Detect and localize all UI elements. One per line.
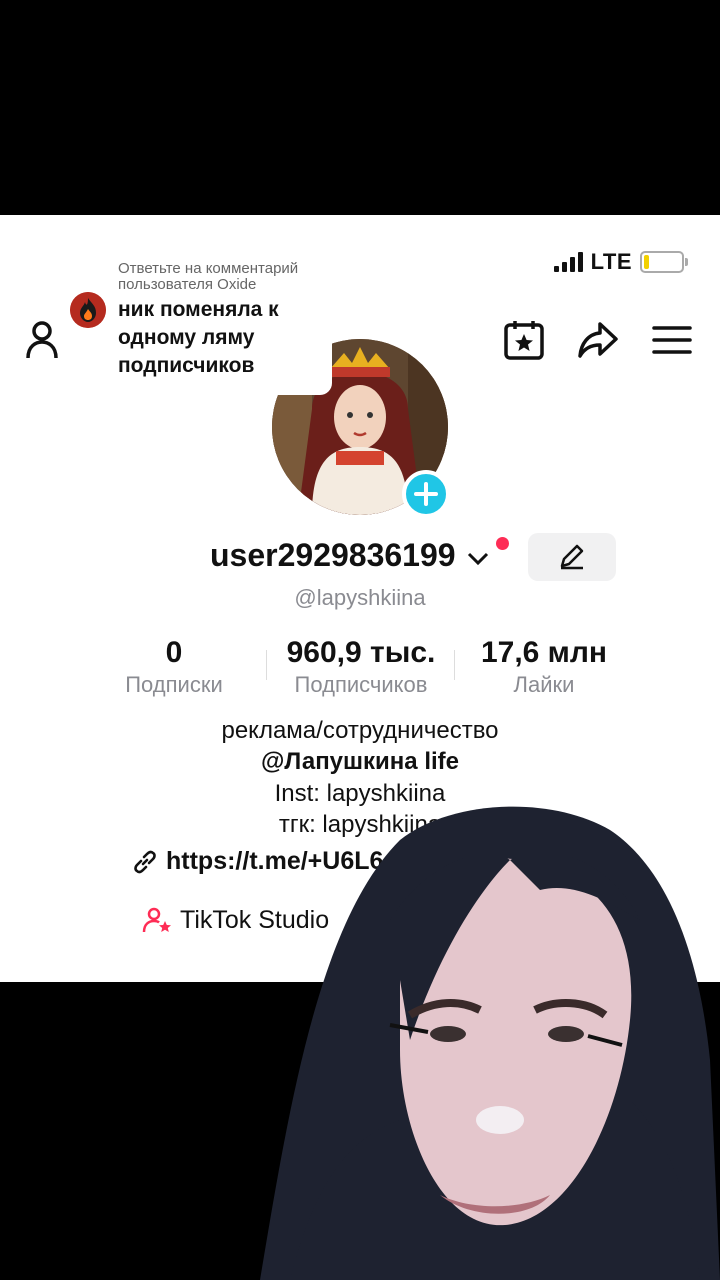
commenter-avatar (70, 292, 106, 328)
reply-text: ник поменяла к одному ляму подписчиков (118, 298, 279, 377)
stat-label: Подписчиков (294, 672, 428, 697)
divider (454, 650, 455, 680)
calendar-star-icon[interactable] (502, 318, 546, 362)
stat-value: 0 (165, 636, 183, 669)
chevron-down-icon (468, 552, 489, 565)
battery-icon (640, 251, 688, 273)
divider (266, 650, 267, 680)
user-handle: @lapyshkiina (294, 585, 426, 610)
reply-header: Ответьте на комментарий пользователя Oxi… (118, 260, 299, 293)
add-story-button[interactable] (402, 470, 450, 518)
link-icon (134, 850, 156, 873)
bio-line: @Лапушкина life (261, 748, 459, 775)
stat-value: 17,6 млн (480, 636, 608, 669)
plus-icon (414, 482, 438, 506)
studio-icon (142, 907, 171, 933)
signal-icon (553, 252, 583, 272)
reply-comment-sticker[interactable]: Ответьте на комментарий пользователя Oxi… (58, 240, 332, 395)
top-black-bar (0, 0, 720, 215)
bio-line: реклама/сотрудничество (221, 717, 499, 744)
fire-icon (70, 292, 106, 328)
stat-likes[interactable]: 17,6 млн Лайки (462, 635, 626, 699)
pencil-icon (560, 544, 584, 570)
webcam-overlay (260, 806, 720, 1280)
stat-label: Подписки (125, 672, 223, 697)
status-bar: LTE (553, 249, 688, 275)
username-text: user2929836199 (210, 537, 456, 573)
stat-label: Лайки (513, 672, 575, 697)
network-label: LTE (590, 249, 632, 274)
stat-value: 960,9 тыс. (286, 636, 436, 669)
edit-profile-button[interactable] (528, 533, 616, 581)
stat-following[interactable]: 0 Подписки (100, 635, 248, 699)
username[interactable]: user2929836199 (210, 537, 490, 574)
menu-icon[interactable] (650, 318, 694, 362)
notification-dot (496, 537, 509, 550)
stat-followers[interactable]: 960,9 тыс. Подписчиков (268, 635, 454, 699)
share-icon[interactable] (576, 318, 620, 362)
